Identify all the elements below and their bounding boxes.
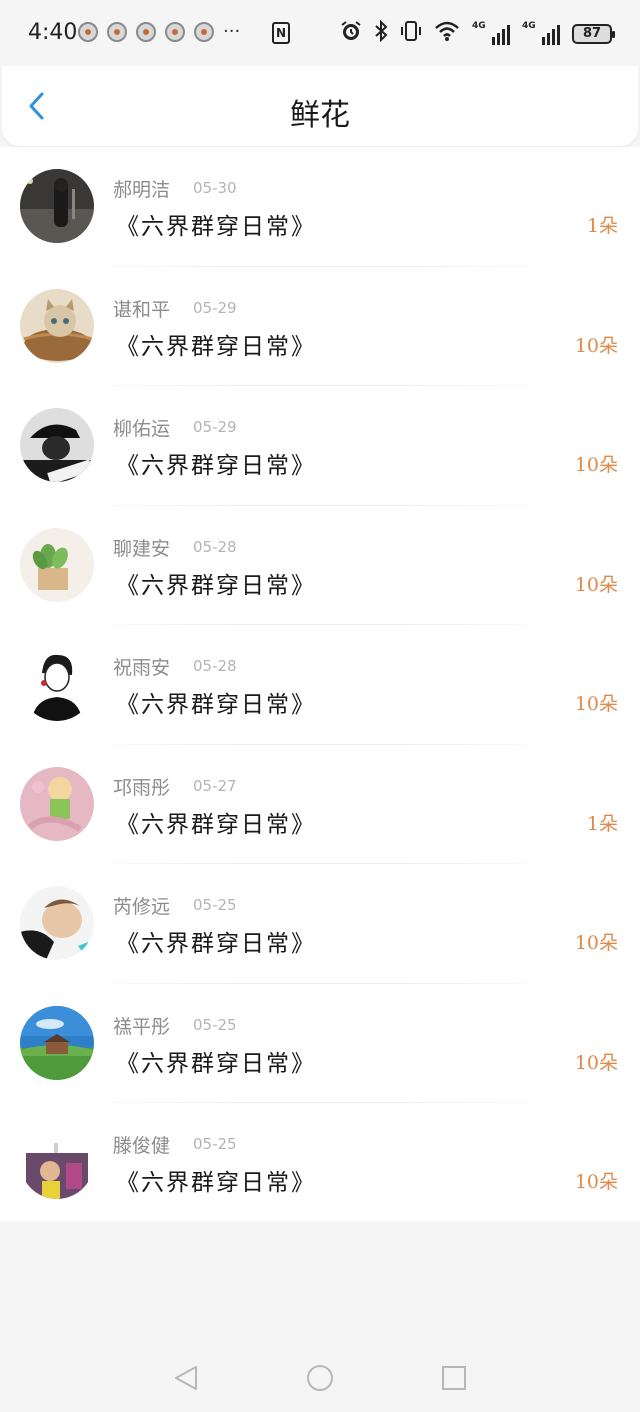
sender-name: 谌和平 [113,298,171,321]
avatar[interactable] [20,527,94,602]
avatar[interactable] [20,647,94,721]
flower-list: 郝明洁 05-30 《六界群穿日常》 1朵 谌和平 05-29 《六界群穿日常》… [0,147,640,1221]
flower-count: 10朵 [574,573,618,596]
list-item[interactable]: 芮修远 05-25 《六界群穿日常》 10朵 [0,864,640,984]
more-notifications-icon: ··· [223,21,241,42]
flower-count: 10朵 [574,1051,618,1074]
sender-name: 柳佑运 [113,418,171,440]
book-title: 《六界群穿日常》 [116,572,316,599]
list-item[interactable]: 滕俊健 05-25 《六界群穿日常》 10朵 [0,1103,640,1223]
sent-date: 05-29 [193,418,237,436]
flower-count: 10朵 [574,932,618,954]
nav-back-button[interactable] [172,1364,200,1392]
sender-name: 滕俊健 [113,1135,171,1157]
book-title: 《六界群穿日常》 [116,692,316,718]
notification-app-icon [194,22,214,42]
list-item[interactable]: 柳佑运 05-29 《六界群穿日常》 10朵 [0,386,640,506]
book-title: 《六界群穿日常》 [116,1170,316,1196]
list-item[interactable]: 聊建安 05-28 《六界群穿日常》 10朵 [0,506,640,625]
avatar[interactable] [20,169,94,243]
sent-date: 05-25 [193,1015,237,1034]
sender-name: 聊建安 [113,537,171,560]
avatar[interactable] [20,1125,94,1199]
avatar[interactable] [20,766,94,841]
signal-4g-icon: 4G [472,21,510,45]
square-recents-icon [442,1366,466,1390]
list-item[interactable]: 祝雨安 05-28 《六界群穿日常》 10朵 [0,625,640,745]
book-title: 《六界群穿日常》 [116,931,316,957]
notification-app-icon [165,22,185,42]
book-title: 《六界群穿日常》 [116,214,316,240]
header: 鲜花 [2,66,638,146]
flower-count: 10朵 [574,334,618,357]
avatar[interactable] [20,1005,94,1080]
alarm-icon [340,20,362,47]
notification-app-icon [78,22,98,42]
sender-name: 郝明洁 [113,179,171,201]
sent-date: 05-28 [193,537,237,556]
sent-date: 05-25 [193,1135,237,1153]
flower-count: 10朵 [574,454,618,476]
book-title: 《六界群穿日常》 [116,1050,316,1077]
sent-date: 05-28 [193,657,237,675]
notification-app-icon [107,22,127,42]
sent-date: 05-30 [193,179,237,197]
battery-icon: 87 [572,23,615,44]
system-nav-bar [0,1342,640,1412]
sender-name: 芮修远 [113,896,171,918]
list-item[interactable]: 禚平彤 05-25 《六界群穿日常》 10朵 [0,984,640,1103]
nfc-icon: N [272,22,290,44]
nav-recents-button[interactable] [440,1364,468,1392]
flower-count: 10朵 [574,1171,618,1193]
sender-name: 邛雨彤 [113,776,171,799]
book-title: 《六界群穿日常》 [116,811,316,838]
book-title: 《六界群穿日常》 [116,453,316,479]
sent-date: 05-25 [193,896,237,914]
avatar[interactable] [20,408,94,482]
sent-date: 05-27 [193,776,237,795]
flower-count: 10朵 [574,693,618,715]
notification-icons: ··· [78,22,240,42]
vibrate-icon [400,20,422,47]
list-item[interactable]: 邛雨彤 05-27 《六界群穿日常》 1朵 [0,745,640,864]
bluetooth-icon [374,19,388,47]
list-item[interactable]: 谌和平 05-29 《六界群穿日常》 10朵 [0,267,640,386]
flower-count: 1朵 [586,215,618,237]
signal-4g-icon: 4G [522,21,560,45]
page-title: 鲜花 [290,98,350,133]
nav-home-button[interactable] [306,1364,334,1392]
flower-count: 1朵 [586,812,618,835]
circle-home-icon [307,1365,333,1391]
system-icons: 4G 4G 87 [340,19,615,47]
sent-date: 05-29 [193,298,237,317]
triangle-back-icon [175,1366,197,1390]
sender-name: 禚平彤 [113,1015,171,1038]
wifi-icon [434,20,460,47]
book-title: 《六界群穿日常》 [116,333,316,360]
avatar[interactable] [20,886,94,960]
sender-name: 祝雨安 [113,657,171,679]
notification-app-icon [136,22,156,42]
status-bar: 4:40 ··· N 4G 4G 87 [0,0,640,66]
avatar[interactable] [20,288,94,363]
status-time: 4:40 [28,20,78,45]
list-item[interactable]: 郝明洁 05-30 《六界群穿日常》 1朵 [0,147,640,267]
